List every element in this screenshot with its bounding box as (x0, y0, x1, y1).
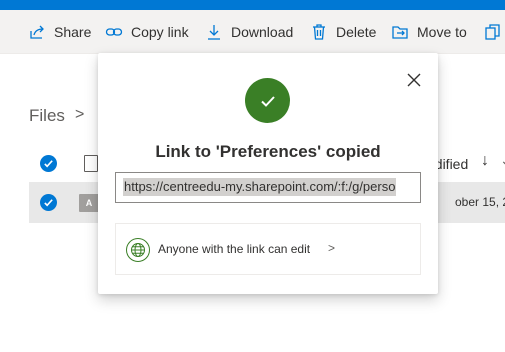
link-permissions-button[interactable]: Anyone with the link can edit > (115, 223, 421, 275)
sort-descending-icon[interactable]: ↓ (481, 152, 489, 170)
download-icon (208, 25, 220, 40)
file-type-header-icon[interactable] (84, 155, 98, 172)
breadcrumb-files[interactable]: Files (29, 106, 65, 126)
success-icon (245, 78, 290, 123)
delete-label: Delete (336, 24, 377, 40)
column-menu-chevron-icon[interactable]: ⌄ (500, 152, 505, 169)
checkmark-icon (260, 95, 275, 107)
share-button[interactable]: Share (28, 20, 91, 44)
modified-date: ober 15, 201 (455, 195, 505, 209)
share-label: Share (54, 24, 92, 40)
copy-to-button[interactable] (484, 20, 505, 44)
move-to-icon (392, 26, 408, 39)
close-icon (407, 73, 421, 87)
row-checkbox[interactable] (40, 194, 57, 211)
link-url-text[interactable]: https://centreedu-my.sharepoint.com/:f:/… (123, 178, 397, 196)
breadcrumb-chevron-icon: > (75, 106, 85, 123)
chevron-right-icon: > (328, 241, 336, 255)
app-top-bar (0, 0, 505, 10)
copy-link-label: Copy link (131, 24, 189, 40)
link-url-field[interactable]: https://centreedu-my.sharepoint.com/:f:/… (115, 172, 421, 203)
link-copied-dialog: Link to 'Preferences' copied https://cen… (98, 53, 438, 294)
globe-icon (126, 238, 150, 262)
download-label: Download (231, 24, 294, 40)
folder-icon: A (79, 194, 99, 212)
copy-link-button[interactable]: Copy link (105, 20, 189, 44)
close-button[interactable] (405, 71, 423, 89)
move-to-label: Move to (417, 24, 467, 40)
delete-button[interactable]: Delete (310, 20, 376, 44)
checkmark-icon (44, 160, 53, 168)
checkmark-icon (44, 199, 53, 207)
download-button[interactable]: Download (205, 20, 293, 44)
link-icon (105, 28, 123, 36)
permission-description: Anyone with the link can edit (158, 242, 311, 256)
copy-icon (485, 24, 500, 40)
share-icon (30, 25, 44, 39)
trash-icon (313, 24, 325, 40)
move-to-button[interactable]: Move to (391, 20, 467, 44)
command-bar: Share Copy link Download Delete Move to (0, 10, 505, 54)
select-all-checkbox[interactable] (40, 155, 57, 172)
dialog-title: Link to 'Preferences' copied (155, 142, 381, 161)
